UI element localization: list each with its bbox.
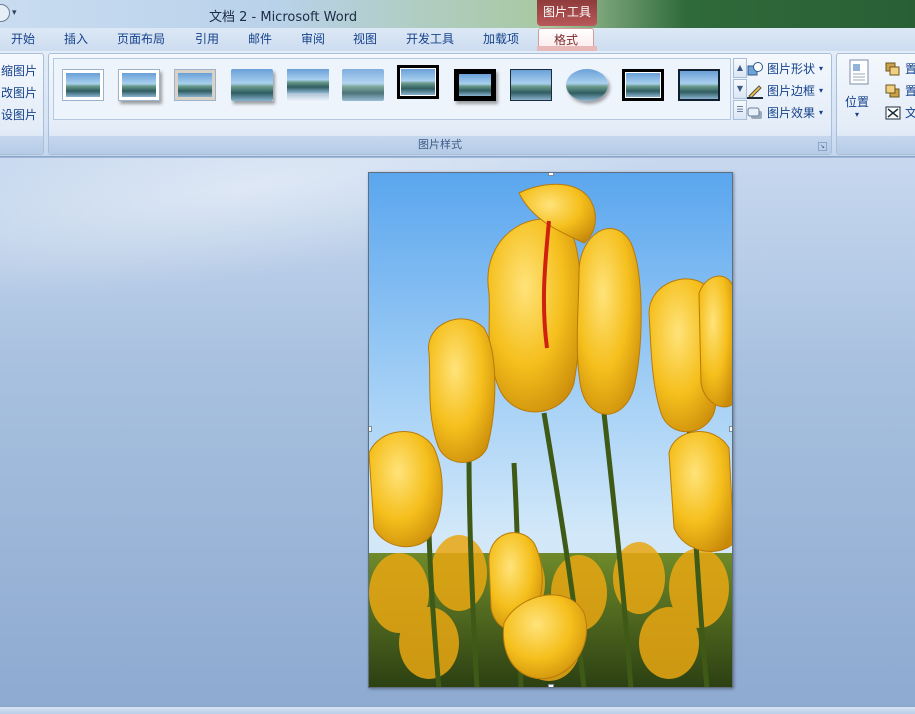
picture-effects-icon (747, 107, 762, 119)
style-thumb[interactable] (566, 69, 608, 101)
gallery-scroll: ▲ ▼ ☰ (733, 58, 747, 120)
style-thumb[interactable] (622, 69, 664, 101)
picture-styles-group: ▲ ▼ ☰ 图片形状 ▾ 图片边框 ▾ 图片效果 ▾ 图片样式 ↘ (48, 53, 832, 155)
adjust-group: 缩图片 改图片 设图片 (0, 53, 44, 155)
style-thumb[interactable] (62, 69, 104, 101)
gallery-more-icon[interactable]: ☰ (733, 100, 747, 120)
picture-border-label: 图片边框 (767, 84, 816, 98)
text-wrap-icon (885, 106, 901, 119)
arrange-group-label (837, 136, 915, 154)
resize-handle[interactable] (548, 173, 554, 176)
tab-references[interactable]: 引用 (188, 32, 226, 51)
picture-tools-context-label: 图片工具 (537, 0, 597, 26)
quick-access-toolbar[interactable]: ▾ (0, 4, 24, 22)
document-area[interactable] (0, 158, 915, 706)
picture-shape-button[interactable]: 图片形状 ▾ (747, 60, 823, 77)
adjust-group-label (0, 136, 43, 154)
send-back-label: 置 (905, 84, 915, 98)
send-back-icon (885, 84, 900, 97)
position-label: 位置 (845, 95, 870, 109)
tab-review[interactable]: 审阅 (294, 32, 332, 51)
tab-view[interactable]: 视图 (346, 32, 384, 51)
picture-border-icon (747, 84, 763, 99)
ribbon-tab-row: 开始 插入 页面布局 引用 邮件 审阅 视图 开发工具 加载项 格式 (0, 28, 915, 51)
compress-pictures-button[interactable]: 缩图片 (1, 62, 37, 79)
tab-mailings[interactable]: 邮件 (241, 32, 279, 51)
title-bar: ▾ 文档 2 - Microsoft Word 图片工具 (0, 0, 915, 28)
picture-border-button[interactable]: 图片边框 ▾ (747, 82, 823, 99)
status-bar (0, 706, 915, 714)
text-wrap-label: 文 (905, 106, 915, 120)
bring-front-label: 置 (905, 62, 915, 76)
picture-styles-gallery (53, 58, 731, 120)
style-thumb[interactable] (342, 69, 384, 101)
gallery-scroll-up-icon[interactable]: ▲ (733, 58, 747, 78)
dropdown-caret-icon: ▾ (819, 108, 824, 117)
ribbon: 缩图片 改图片 设图片 ▲ ▼ ☰ 图片形状 ▾ 图片边框 ▾ 图片效果 ▾ 图… (0, 51, 915, 157)
position-button[interactable]: 位置 ▾ (845, 58, 875, 119)
style-thumb[interactable] (454, 69, 496, 101)
office-button[interactable] (0, 4, 10, 22)
text-wrapping-button[interactable]: 文 (885, 104, 915, 121)
tulip-picture[interactable] (368, 172, 733, 688)
style-thumb[interactable] (174, 69, 216, 101)
picture-effects-label: 图片效果 (767, 106, 816, 120)
dialog-launcher-icon[interactable]: ↘ (818, 142, 827, 151)
style-thumb[interactable] (287, 69, 329, 101)
tab-insert[interactable]: 插入 (57, 32, 95, 51)
dropdown-caret-icon: ▾ (855, 110, 860, 119)
tab-page-layout[interactable]: 页面布局 (113, 32, 169, 51)
position-icon (849, 59, 869, 85)
window-title: 文档 2 - Microsoft Word (209, 10, 358, 25)
style-thumb[interactable] (118, 69, 160, 101)
reset-picture-button[interactable]: 设图片 (1, 106, 37, 123)
picture-shape-label: 图片形状 (767, 62, 816, 76)
customize-toolbar-chevron-icon[interactable]: ▾ (12, 8, 17, 18)
tulip-photo-graphic (369, 173, 732, 687)
picture-shape-icon (747, 61, 763, 75)
picture-styles-group-label: 图片样式 (49, 136, 831, 154)
style-thumb[interactable] (678, 69, 720, 101)
bring-front-icon (885, 62, 900, 75)
send-to-back-button[interactable]: 置 (885, 82, 915, 99)
style-thumb[interactable] (510, 69, 552, 101)
dropdown-caret-icon: ▾ (819, 86, 824, 95)
style-thumb[interactable] (397, 65, 439, 99)
style-thumb[interactable] (231, 69, 273, 101)
arrange-group: 位置 ▾ 置 置 文 (836, 53, 915, 155)
tab-home[interactable]: 开始 (4, 32, 42, 51)
resize-handle[interactable] (369, 426, 372, 432)
tab-developer[interactable]: 开发工具 (401, 32, 459, 51)
picture-effects-button[interactable]: 图片效果 ▾ (747, 104, 823, 121)
bring-to-front-button[interactable]: 置 (885, 60, 915, 77)
change-picture-button[interactable]: 改图片 (1, 84, 37, 101)
tab-add-ins[interactable]: 加载项 (477, 32, 525, 51)
dropdown-caret-icon: ▾ (819, 64, 824, 73)
gallery-scroll-down-icon[interactable]: ▼ (733, 79, 747, 99)
